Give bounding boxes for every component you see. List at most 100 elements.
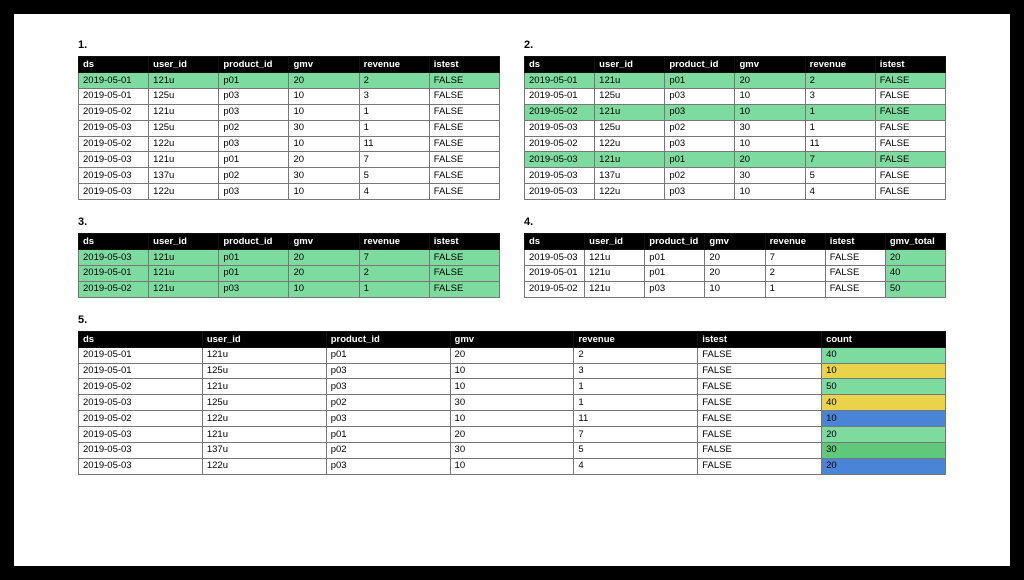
column-header: gmv: [289, 234, 359, 250]
table-cell: 2: [574, 347, 698, 363]
table-cell: 40: [822, 347, 946, 363]
table-cell: 2019-05-01: [79, 265, 149, 281]
table-row: 2019-05-01125up03103FALSE: [79, 88, 500, 104]
table-cell: 2019-05-03: [79, 427, 203, 443]
table-cell: 3: [359, 88, 429, 104]
table-cell: FALSE: [429, 136, 499, 152]
table-cell: 10: [289, 104, 359, 120]
table-cell: 10: [450, 411, 574, 427]
table-cell: 7: [574, 427, 698, 443]
column-header: gmv: [735, 57, 805, 73]
table-cell: p03: [665, 88, 735, 104]
table-cell: FALSE: [429, 265, 499, 281]
table-cell: 10: [450, 379, 574, 395]
column-header: count: [822, 331, 946, 347]
table-cell: FALSE: [875, 120, 945, 136]
table-cell: 50: [822, 379, 946, 395]
column-header: revenue: [574, 331, 698, 347]
table-cell: 2: [359, 265, 429, 281]
table-row: 2019-05-03121up01207FALSE: [525, 152, 946, 168]
table-cell: 121u: [202, 427, 326, 443]
column-header: ds: [525, 57, 595, 73]
table-cell: 122u: [595, 184, 665, 200]
table-row: 2019-05-03121up01207FALSE20: [79, 427, 946, 443]
table-cell: 10: [735, 104, 805, 120]
table-cell: 30: [450, 395, 574, 411]
table-cell: 40: [885, 265, 945, 281]
table-cell: 20: [705, 265, 765, 281]
table-cell: p03: [219, 136, 289, 152]
table-cell: 2019-05-02: [79, 379, 203, 395]
table-cell: 2019-05-03: [79, 168, 149, 184]
table-cell: FALSE: [429, 152, 499, 168]
table-cell: FALSE: [698, 411, 822, 427]
table-row: 2019-05-02122up031011FALSE10: [79, 411, 946, 427]
table-cell: FALSE: [875, 152, 945, 168]
table-cell: 125u: [202, 395, 326, 411]
table-cell: 20: [885, 250, 945, 266]
table-cell: 50: [885, 281, 945, 297]
table-cell: 122u: [149, 184, 219, 200]
table-cell: 30: [289, 168, 359, 184]
table-cell: 10: [735, 88, 805, 104]
table-5: dsuser_idproduct_idgmvrevenueistestcount…: [78, 331, 946, 475]
table-cell: 2: [765, 265, 825, 281]
table-cell: 121u: [149, 152, 219, 168]
table-cell: FALSE: [875, 168, 945, 184]
table-cell: FALSE: [698, 442, 822, 458]
table-cell: 3: [805, 88, 875, 104]
table-cell: 10: [450, 363, 574, 379]
table-cell: 20: [822, 458, 946, 474]
table-cell: FALSE: [429, 168, 499, 184]
table-cell: p02: [326, 442, 450, 458]
table-cell: FALSE: [429, 73, 499, 89]
table-cell: p03: [219, 88, 289, 104]
table-5-block: 5. dsuser_idproduct_idgmvrevenueistestco…: [78, 314, 946, 475]
table-cell: 122u: [595, 136, 665, 152]
table-cell: p03: [326, 379, 450, 395]
table-cell: 20: [289, 152, 359, 168]
table-cell: 4: [574, 458, 698, 474]
table-cell: 2019-05-01: [79, 347, 203, 363]
table-cell: 3: [574, 363, 698, 379]
table-row: 2019-05-02122up031011FALSE: [525, 136, 946, 152]
table-cell: 10: [289, 88, 359, 104]
table-cell: FALSE: [875, 88, 945, 104]
table-cell: 10: [289, 136, 359, 152]
column-header: product_id: [326, 331, 450, 347]
table-cell: p01: [645, 250, 705, 266]
table-cell: 2019-05-03: [79, 458, 203, 474]
table-1-label: 1.: [78, 39, 500, 51]
table-cell: 125u: [202, 363, 326, 379]
table-cell: 5: [574, 442, 698, 458]
table-cell: FALSE: [698, 363, 822, 379]
column-header: user_id: [202, 331, 326, 347]
table-cell: FALSE: [875, 73, 945, 89]
column-header: ds: [79, 331, 203, 347]
table-cell: 2019-05-03: [79, 250, 149, 266]
table-cell: 20: [289, 73, 359, 89]
table-cell: 30: [289, 120, 359, 136]
table-cell: 1: [805, 104, 875, 120]
table-cell: 122u: [202, 458, 326, 474]
table-cell: p01: [645, 265, 705, 281]
table-cell: 10: [289, 281, 359, 297]
table-cell: p03: [665, 104, 735, 120]
table-cell: 121u: [202, 379, 326, 395]
table-cell: FALSE: [698, 379, 822, 395]
table-cell: p01: [219, 265, 289, 281]
table-row: 2019-05-02121up03101FALSE: [525, 104, 946, 120]
table-cell: 137u: [595, 168, 665, 184]
table-cell: p02: [665, 120, 735, 136]
table-cell: 2019-05-02: [79, 411, 203, 427]
table-cell: 30: [735, 120, 805, 136]
table-cell: 2019-05-03: [79, 152, 149, 168]
table-3-label: 3.: [78, 216, 500, 228]
table-cell: 1: [574, 395, 698, 411]
table-row: 2019-05-01121up01202FALSE: [79, 265, 500, 281]
table-cell: FALSE: [825, 265, 885, 281]
table-cell: 11: [574, 411, 698, 427]
table-cell: 2019-05-03: [79, 120, 149, 136]
table-cell: p03: [219, 184, 289, 200]
table-row: 2019-05-01125up03103FALSE: [525, 88, 946, 104]
